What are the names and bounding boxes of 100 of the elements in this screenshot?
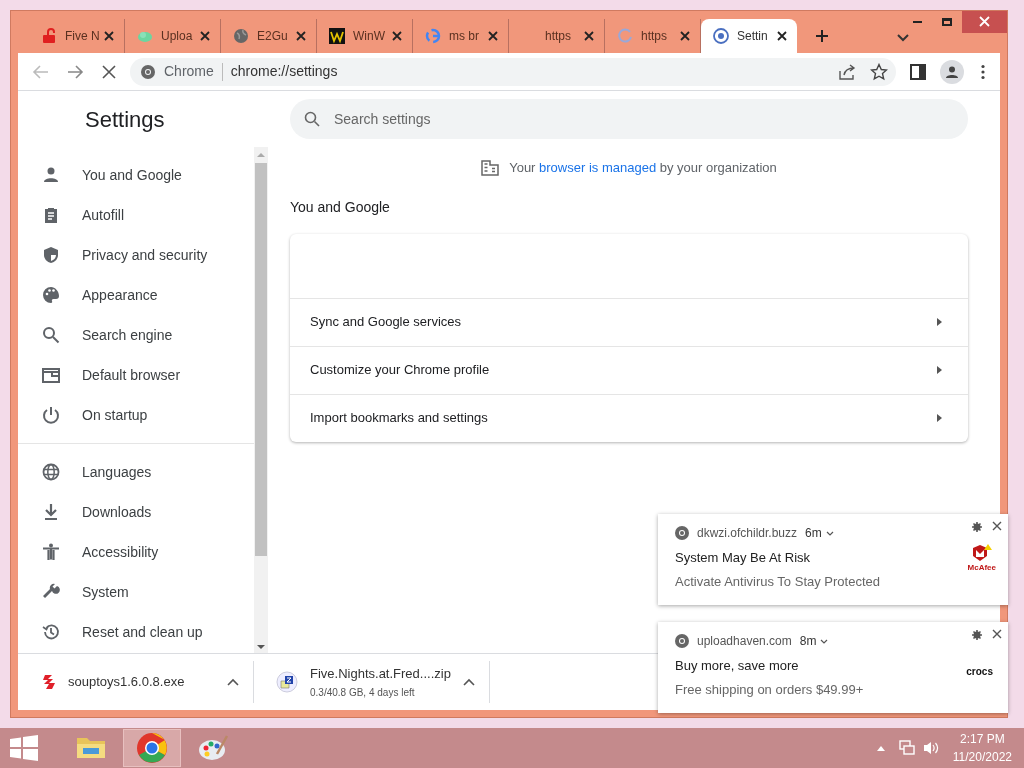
chrome-icon	[675, 526, 689, 540]
download-item[interactable]: souptoys1.6.0.8.exe	[18, 661, 254, 703]
padlock-icon	[41, 28, 57, 44]
archive-file-icon	[276, 671, 298, 693]
close-tab-icon[interactable]	[104, 31, 114, 41]
tab-title: Five N	[65, 28, 101, 45]
close-tab-icon[interactable]	[392, 31, 402, 41]
close-tab-icon[interactable]	[680, 31, 690, 41]
download-filename: Five.Nights.at.Fred....zip	[310, 664, 452, 683]
nav-item[interactable]: Search engine	[18, 315, 254, 355]
building-icon	[481, 159, 500, 176]
tab-title: Settin	[737, 28, 769, 45]
share-icon[interactable]	[838, 62, 856, 81]
settings-icon	[713, 28, 729, 44]
globe-icon	[42, 463, 60, 481]
settings-icon[interactable]	[972, 630, 982, 640]
w-logo-icon	[329, 28, 345, 44]
taskbar-app[interactable]	[123, 729, 181, 767]
nav-item[interactable]: You and Google	[18, 155, 254, 195]
settings-icon[interactable]	[972, 522, 982, 532]
section-title: You and Google	[290, 197, 391, 217]
chrome-icon	[140, 63, 156, 80]
caret-up-icon[interactable]	[463, 677, 475, 687]
clock-time: 2:17 PM	[960, 731, 1005, 748]
notification-title: System May Be At Risk	[675, 549, 811, 567]
person-icon	[42, 166, 60, 184]
close-tab-icon[interactable]	[488, 31, 498, 41]
clock-date: 11/20/2022	[952, 749, 1012, 766]
chevron-right-icon	[937, 318, 942, 326]
chevron-right-icon	[937, 414, 942, 422]
scrollbar[interactable]	[254, 147, 268, 653]
clipboard-icon	[42, 206, 60, 224]
url-text: chrome://settings	[230, 62, 338, 81]
network-icon[interactable]	[898, 740, 915, 756]
side-panel-icon[interactable]	[910, 63, 926, 80]
close-icon[interactable]	[992, 521, 1002, 531]
chevron-right-icon	[937, 366, 942, 374]
nav-item[interactable]: Accessibility	[18, 532, 254, 572]
search-icon	[304, 111, 320, 127]
settings-title: Settings	[84, 105, 166, 134]
close-tab-icon[interactable]	[296, 31, 306, 41]
star-icon[interactable]	[870, 62, 888, 81]
nav-item[interactable]: Languages	[18, 452, 254, 492]
close-tab-icon[interactable]	[777, 31, 787, 41]
site-label: Chrome	[164, 62, 214, 81]
start-button[interactable]	[10, 735, 38, 761]
browser-tab[interactable]: Settin	[701, 19, 797, 53]
nav-item[interactable]: Default browser	[18, 355, 254, 395]
forward-icon[interactable]	[66, 62, 84, 81]
nav-item[interactable]: Reset and clean up	[18, 612, 254, 652]
palette-icon	[42, 286, 60, 304]
settings-row[interactable]: Import bookmarks and settings	[290, 393, 968, 442]
google-icon	[425, 28, 441, 44]
stop-icon[interactable]	[102, 64, 116, 79]
notification-message: Free shipping on orders $49.99+	[675, 680, 864, 699]
tab-title: Uploa	[161, 28, 194, 45]
tab-title: E2Gu	[257, 28, 289, 45]
brand-logo: crocs	[966, 665, 993, 679]
close-tab-icon[interactable]	[200, 31, 210, 41]
profile-avatar[interactable]	[940, 59, 964, 84]
tab-title: ms br	[449, 28, 480, 45]
tab-title: https	[641, 28, 668, 45]
notification-message: Activate Antivirus To Stay Protected	[675, 572, 880, 591]
download-icon	[42, 503, 60, 521]
chrome-icon	[675, 634, 689, 648]
download-item[interactable]: Five.Nights.at.Fred....zip 0.3/40.8 GB, 4 days left	[254, 661, 490, 703]
chevron-down-icon[interactable]	[820, 638, 829, 644]
address-bar[interactable]: Chrome chrome://settings	[130, 57, 896, 86]
chevron-down-icon[interactable]	[825, 530, 834, 536]
menu-icon[interactable]	[980, 63, 986, 80]
notification-source: dkwzi.ofchildr.buzz	[697, 525, 798, 542]
search-field[interactable]: Search settings	[290, 99, 968, 139]
loading-spinner-icon	[617, 28, 633, 44]
close-icon[interactable]	[992, 629, 1002, 639]
s-logo-icon	[40, 674, 56, 690]
chrome-icon	[134, 730, 170, 766]
wrench-icon	[42, 583, 60, 601]
volume-icon[interactable]	[922, 740, 939, 756]
globe-icon	[233, 28, 249, 44]
history-icon	[42, 623, 60, 641]
shield-icon	[970, 544, 993, 562]
caret-up-icon[interactable]	[227, 677, 239, 687]
nav-item[interactable]: Appearance	[18, 275, 254, 315]
settings-row[interactable]: Sync and Google services	[290, 297, 968, 346]
download-status: 0.3/40.8 GB, 4 days left	[310, 686, 416, 701]
nav-item[interactable]: Autofill	[18, 195, 254, 235]
nav-item[interactable]: Privacy and security	[18, 235, 254, 275]
new-tab-icon[interactable]	[815, 29, 829, 43]
nav-item[interactable]: System	[18, 572, 254, 612]
managed-notice: Your browser is managed by your organization	[509, 159, 777, 177]
settings-row[interactable]: Customize your Chrome profile	[290, 345, 968, 394]
browser-icon	[42, 366, 60, 384]
tab-title: WinW	[353, 28, 386, 45]
nav-item[interactable]: On startup	[18, 395, 254, 435]
close-tab-icon[interactable]	[584, 31, 594, 41]
power-icon	[42, 406, 60, 424]
notification-age: 8m	[799, 633, 817, 650]
close-button[interactable]	[962, 11, 1007, 33]
nav-item[interactable]: Downloads	[18, 492, 254, 532]
tray-expand-icon[interactable]	[876, 745, 885, 751]
